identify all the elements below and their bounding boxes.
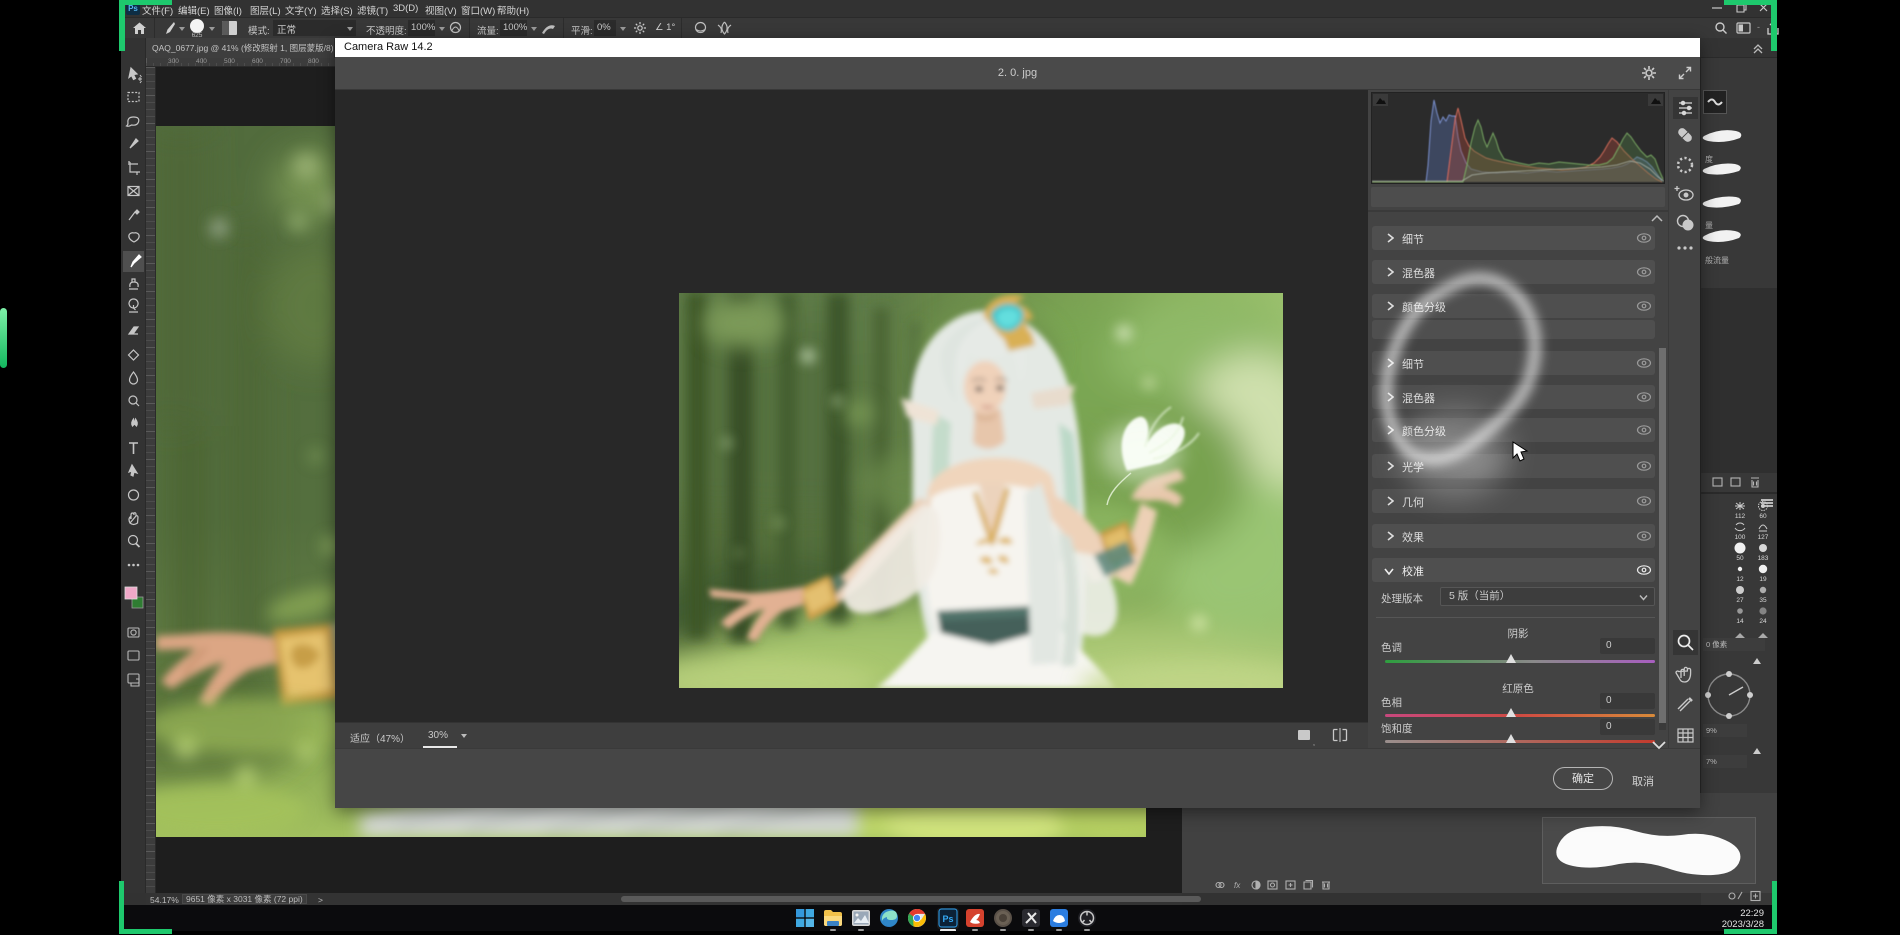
svg-text:fx: fx: [1234, 881, 1241, 890]
svg-text:14: 14: [1736, 618, 1744, 625]
svg-text:100: 100: [1735, 534, 1746, 541]
svg-text:般流量: 般流量: [1705, 255, 1729, 265]
svg-text:35: 35: [1759, 597, 1767, 604]
svg-text:127: 127: [1758, 534, 1769, 541]
svg-text:50: 50: [1736, 555, 1744, 562]
svg-text:度: 度: [1705, 154, 1713, 164]
svg-text:24: 24: [1759, 618, 1767, 625]
svg-text:60: 60: [1759, 513, 1767, 520]
svg-text:27: 27: [1736, 597, 1744, 604]
svg-text:183: 183: [1758, 555, 1769, 562]
svg-text:19: 19: [1759, 576, 1767, 583]
svg-text:112: 112: [1735, 513, 1746, 520]
svg-text:12: 12: [1736, 576, 1744, 583]
svg-text:Ps: Ps: [942, 914, 953, 924]
svg-text:22:29: 22:29: [1740, 908, 1764, 919]
svg-text:量: 量: [1705, 221, 1713, 230]
